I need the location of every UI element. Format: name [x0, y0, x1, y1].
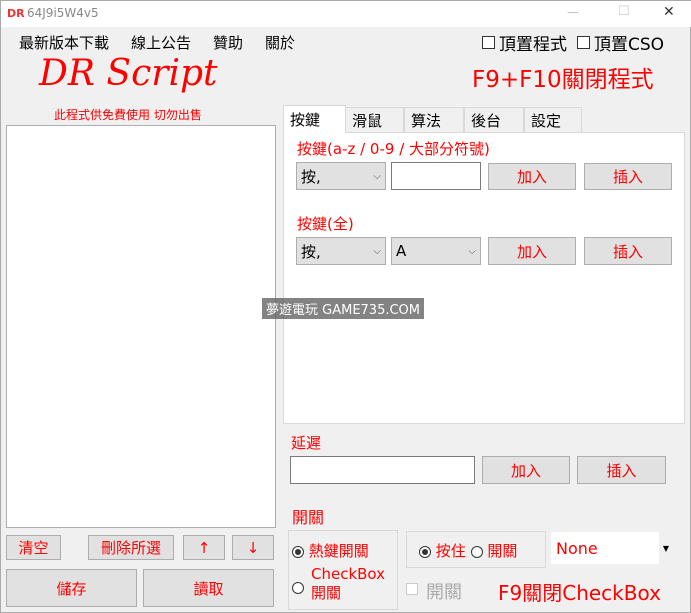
tab-keys[interactable]: 按鍵	[283, 105, 346, 133]
hotkey-toggle-label: 熱鍵開關	[308, 542, 369, 560]
key-select-value: None	[556, 538, 598, 558]
hotkey-toggle-radio[interactable]: 熱鍵開關	[292, 540, 369, 561]
all-key-action-select[interactable]: 按, ⌵	[296, 237, 386, 265]
menu-bar: 最新版本下載 線上公告 贊助 關於	[19, 32, 295, 53]
free-notice: 此程式供免費使用 切勿出售	[54, 108, 202, 122]
window-title: 64J9i5W4v5	[27, 6, 99, 20]
keys-tab-panel: 按鍵(a-z / 0-9 / 大部分符號) 按, ⌵ 加入 插入 按鍵(全) 按,…	[283, 132, 685, 424]
all-key-insert-button[interactable]: 插入	[584, 237, 672, 265]
key-select-dropdown[interactable]: None ▼	[551, 532, 673, 564]
checkbox-toggle-label: CheckBox 開關	[311, 565, 385, 603]
tab-algorithm[interactable]: 算法	[404, 107, 464, 132]
delay-input[interactable]	[290, 456, 475, 484]
delay-label: 延遲	[291, 434, 322, 452]
move-up-button[interactable]: ↑	[183, 535, 225, 560]
delay-insert-button[interactable]: 插入	[577, 456, 666, 484]
checkbox-toggle-radio[interactable]	[292, 577, 304, 596]
f9-notice: F9關閉CheckBox	[498, 581, 661, 605]
toggle-checkbox[interactable]	[406, 583, 418, 595]
radio-unselected-icon	[292, 581, 304, 594]
move-down-button[interactable]: ↓	[232, 535, 274, 560]
delay-add-button[interactable]: 加入	[482, 456, 570, 484]
all-key-action-value: 按,	[301, 242, 321, 261]
topmost-options: 頂置程式 頂置CSO	[482, 30, 664, 55]
switch-radio[interactable]	[470, 545, 483, 558]
load-button[interactable]: 讀取	[143, 569, 274, 607]
toggle-label: 開關	[292, 508, 325, 527]
menu-about[interactable]: 關於	[265, 32, 295, 53]
hotkey-notice: F9+F10關閉程式	[472, 67, 654, 93]
script-list[interactable]	[6, 125, 276, 528]
chevron-down-icon: ⌵	[373, 170, 381, 182]
tab-mouse[interactable]: 滑鼠	[345, 107, 404, 132]
title-bar: DR 64J9i5W4v5 — ☐ ✕	[1, 1, 691, 27]
menu-announcement[interactable]: 線上公告	[131, 32, 191, 53]
dropdown-arrow-icon: ▼	[659, 532, 673, 564]
menu-sponsor[interactable]: 贊助	[213, 32, 243, 53]
key-add-button[interactable]: 加入	[488, 163, 576, 190]
chevron-down-icon: ⌵	[468, 245, 476, 257]
chevron-down-icon: ⌵	[373, 245, 381, 257]
topmost-cso-label: 頂置CSO	[594, 35, 665, 55]
tab-background[interactable]: 後台	[464, 107, 524, 132]
hold-mode-options: 按住 開關	[419, 540, 517, 561]
key-insert-button[interactable]: 插入	[584, 163, 672, 190]
minimize-button[interactable]: —	[567, 5, 579, 19]
checkbox-toggle-line1: CheckBox	[311, 565, 386, 583]
key-input[interactable]	[391, 162, 481, 190]
hold-mode-group: 按住 開關	[406, 531, 546, 568]
close-button[interactable]: ✕	[663, 4, 675, 20]
logo: DR Script	[39, 53, 218, 94]
hold-radio[interactable]	[419, 545, 431, 558]
delete-selected-button[interactable]: 刪除所選	[88, 535, 174, 560]
tab-settings[interactable]: 設定	[524, 107, 582, 132]
all-key-value: A	[396, 242, 407, 260]
switch-label: 開關	[487, 542, 518, 560]
save-button[interactable]: 儲存	[6, 569, 137, 607]
key-action-select[interactable]: 按, ⌵	[296, 162, 386, 190]
topmost-program-checkbox[interactable]	[482, 36, 495, 49]
toggle-mode-group: 熱鍵開關 CheckBox 開關	[288, 530, 398, 610]
all-key-add-button[interactable]: 加入	[488, 237, 576, 265]
all-key-label: 按鍵(全)	[297, 215, 354, 233]
key-action-value: 按,	[301, 167, 321, 186]
hold-label: 按住	[435, 542, 466, 560]
topmost-program-label: 頂置程式	[499, 35, 567, 55]
topmost-cso-checkbox[interactable]	[577, 36, 590, 49]
menu-download[interactable]: 最新版本下載	[19, 32, 109, 53]
key-label: 按鍵(a-z / 0-9 / 大部分符號)	[297, 140, 490, 158]
clear-button[interactable]: 清空	[6, 535, 61, 560]
app-icon: DR	[7, 7, 25, 20]
checkbox-toggle-line2: 開關	[311, 584, 342, 602]
maximize-button[interactable]: ☐	[618, 4, 630, 19]
radio-selected-icon	[292, 545, 304, 558]
watermark: 夢遊電玩 GAME735.COM	[262, 298, 425, 319]
toggle-checkbox-label: 開關	[426, 582, 462, 603]
all-key-select[interactable]: A ⌵	[391, 237, 481, 265]
